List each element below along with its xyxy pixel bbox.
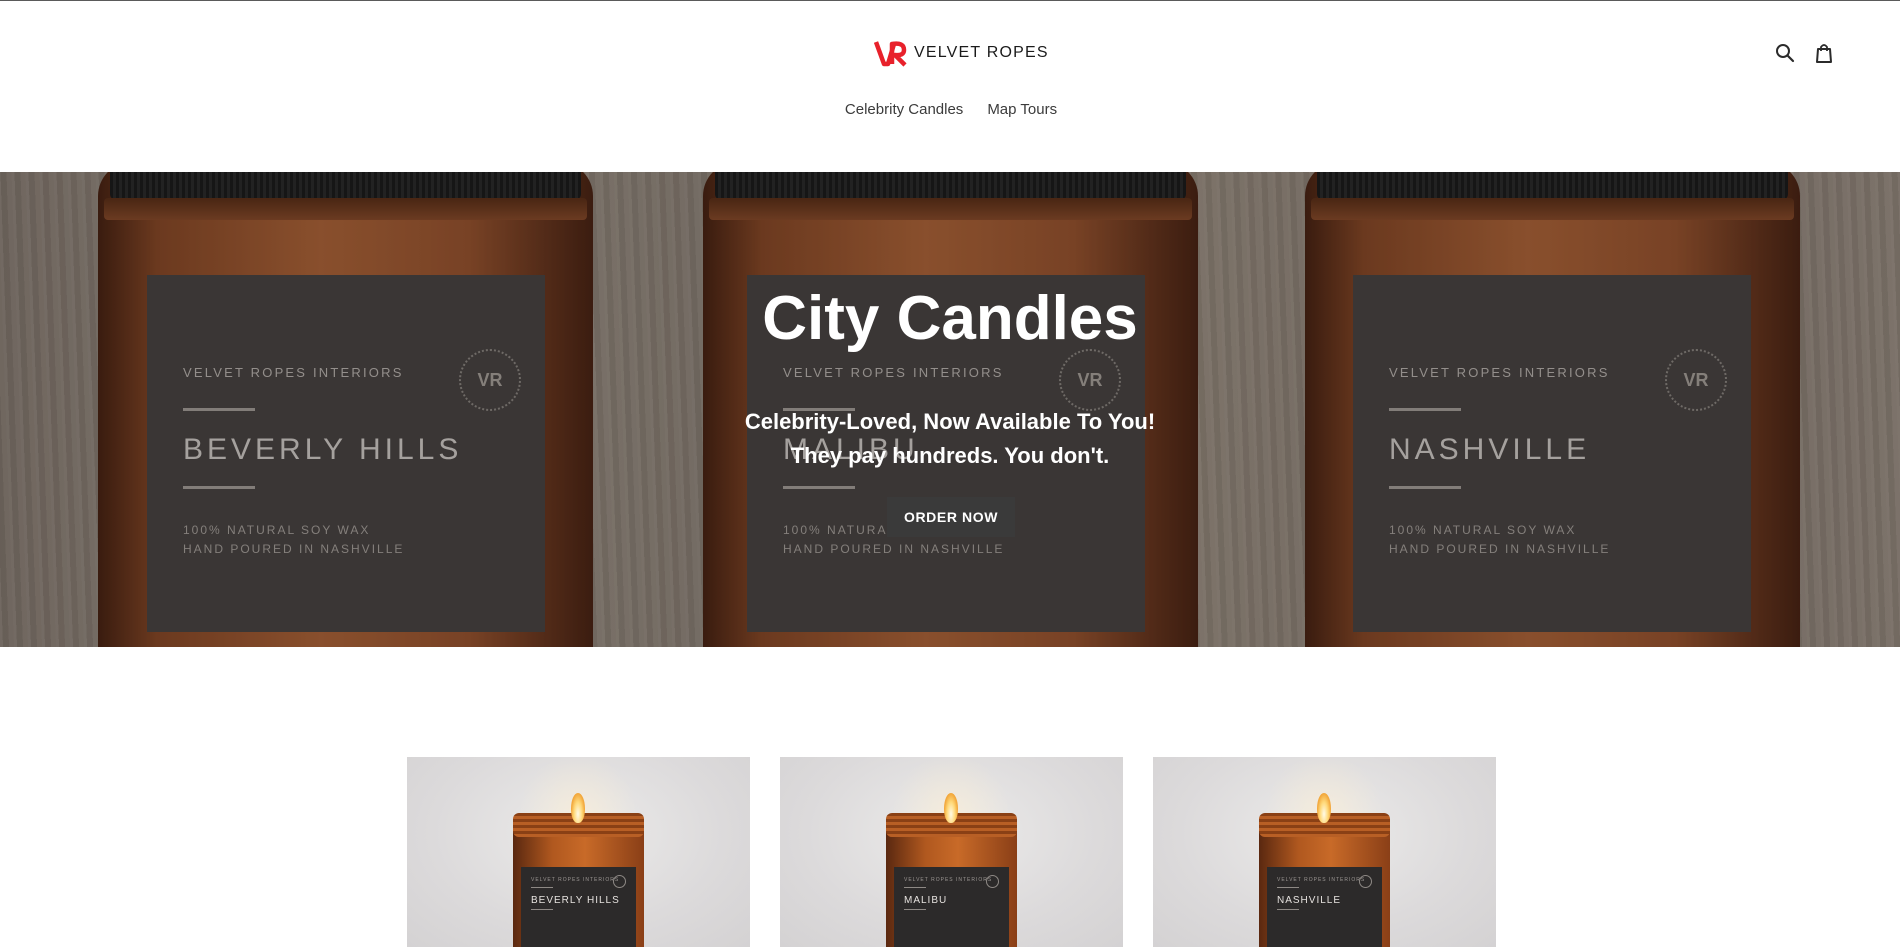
cart-icon[interactable]	[1814, 43, 1834, 68]
product-city: NASHVILLE	[1277, 895, 1342, 906]
product-label: VELVET ROPES INTERIORS MALIBU	[894, 867, 1009, 947]
vr-logo-icon	[874, 41, 907, 67]
hero-title: City Candles	[762, 284, 1138, 353]
product-city: BEVERLY HILLS	[531, 895, 620, 906]
product-city: MALIBU	[904, 895, 948, 906]
nav-celebrity-candles[interactable]: Celebrity Candles	[845, 101, 963, 118]
product-card[interactable]: VELVET ROPES INTERIORS NASHVILLE	[1153, 757, 1496, 947]
hero-subtitle-line1: Celebrity-Loved, Now Available To You!	[744, 409, 1156, 434]
product-card[interactable]: VELVET ROPES INTERIORS BEVERLY HILLS	[407, 757, 750, 947]
product-label: VELVET ROPES INTERIORS BEVERLY HILLS	[521, 867, 636, 947]
site-header: VELVET ROPES Celebrity Candles Map Tours	[0, 1, 1900, 172]
order-now-button[interactable]: ORDER NOW	[887, 497, 1015, 537]
logo-text: VELVET ROPES	[914, 44, 1049, 61]
product-label: VELVET ROPES INTERIORS NASHVILLE	[1267, 867, 1382, 947]
nav-map-tours[interactable]: Map Tours	[987, 101, 1057, 118]
main-nav: Celebrity Candles Map Tours	[0, 101, 1900, 118]
hero-banner: VELVET ROPES INTERIORS VR BEVERLY HILLS …	[0, 172, 1900, 647]
flame-icon	[944, 793, 958, 823]
header-icons	[1775, 43, 1834, 68]
hero-subtitle-line2: They pay hundreds. You don't.	[790, 443, 1110, 468]
product-card[interactable]: VELVET ROPES INTERIORS MALIBU	[780, 757, 1123, 947]
flame-icon	[571, 793, 585, 823]
flame-icon	[1317, 793, 1331, 823]
hero-subtitle: Celebrity-Loved, Now Available To You! T…	[0, 405, 1900, 473]
search-icon[interactable]	[1775, 43, 1795, 68]
site-logo[interactable]: VELVET ROPES	[874, 37, 1049, 69]
